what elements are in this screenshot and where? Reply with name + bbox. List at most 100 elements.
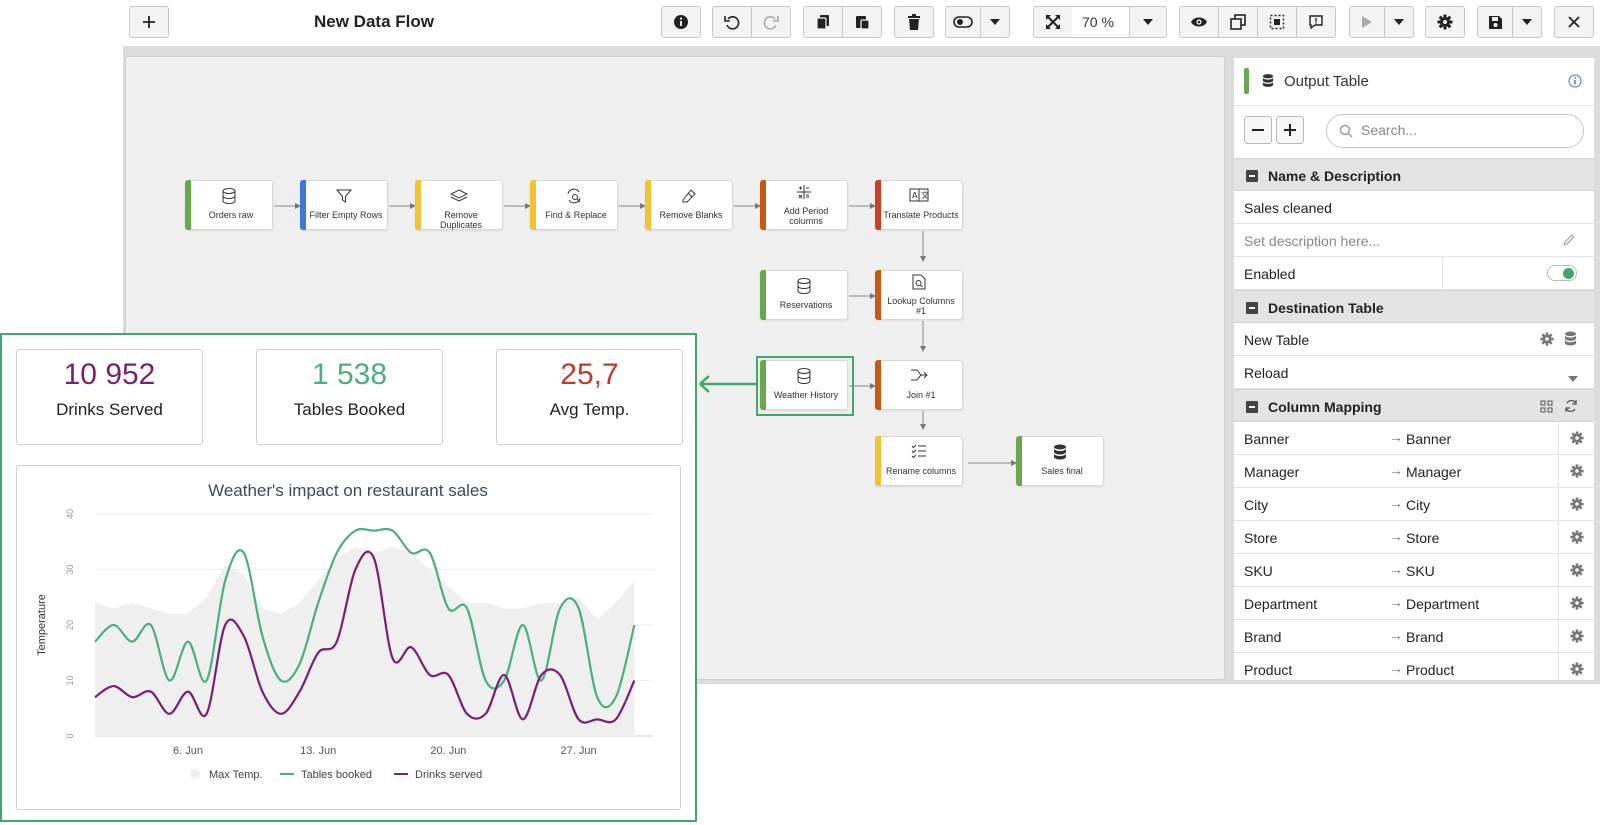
- svg-text:A: A: [912, 191, 918, 200]
- top-toolbar: New Data Flow 70 %: [123, 0, 1600, 44]
- gear-icon[interactable]: [1558, 653, 1594, 680]
- search-input[interactable]: [1361, 122, 1571, 138]
- gear-icon[interactable]: [1558, 620, 1594, 652]
- arrow-right-icon: →: [1389, 528, 1403, 544]
- eye-icon: [1191, 17, 1207, 27]
- redo-button[interactable]: [751, 6, 791, 38]
- y-tick-label: 0: [65, 733, 75, 738]
- database-filled-icon: [1262, 73, 1274, 93]
- floppy-disk-icon: [1488, 15, 1502, 29]
- trash-icon: [908, 14, 920, 30]
- flow-node-reservations[interactable]: Reservations: [760, 270, 848, 320]
- calculator-icon: [761, 184, 847, 200]
- toggle-enable-button[interactable]: [945, 6, 981, 38]
- run-dropdown-button[interactable]: [1384, 6, 1414, 38]
- select-area-button[interactable]: [1257, 6, 1297, 38]
- arrow-right-icon: →: [1389, 561, 1403, 577]
- database-filled-icon: [1017, 444, 1103, 460]
- kpi-value: 10 952: [63, 358, 156, 391]
- fit-view-button[interactable]: [1033, 6, 1073, 38]
- arrange-button[interactable]: [1218, 6, 1258, 38]
- zoom-dropdown-button[interactable]: [1129, 6, 1167, 38]
- database-icon: [761, 368, 847, 384]
- refresh-icon[interactable]: [1564, 399, 1578, 418]
- enabled-toggle[interactable]: [1547, 265, 1577, 281]
- settings-button[interactable]: [1425, 6, 1465, 38]
- undo-button[interactable]: [712, 6, 752, 38]
- caret-down-icon: [1568, 369, 1578, 385]
- gear-icon[interactable]: [1558, 488, 1594, 520]
- flow-node-translate-products[interactable]: A文 Translate Products: [875, 180, 963, 230]
- flow-node-rename-columns[interactable]: Rename columns: [875, 436, 963, 486]
- flow-node-remove-blanks[interactable]: Remove Blanks: [645, 180, 733, 230]
- copy-button[interactable]: [803, 6, 843, 38]
- run-button[interactable]: [1349, 6, 1385, 38]
- info-button[interactable]: [661, 6, 701, 38]
- zoom-level[interactable]: 70 %: [1072, 6, 1130, 38]
- enabled-row: Enabled: [1234, 257, 1594, 290]
- paste-button[interactable]: [842, 6, 882, 38]
- destination-table-field[interactable]: New Table: [1234, 323, 1594, 356]
- save-button[interactable]: [1477, 6, 1513, 38]
- close-button[interactable]: [1554, 6, 1594, 38]
- gear-icon[interactable]: [1558, 554, 1594, 586]
- gear-icon[interactable]: [1558, 455, 1594, 487]
- help-info-icon[interactable]: [1568, 74, 1582, 93]
- arrow-right-icon: →: [1389, 495, 1403, 511]
- mapping-row[interactable]: Manager → Manager: [1234, 455, 1594, 488]
- collapse-all-button[interactable]: [1244, 116, 1272, 144]
- toggle-icon: [953, 16, 973, 28]
- search-icon: [1339, 124, 1353, 143]
- flow-node-lookup-columns[interactable]: Lookup Columns #1: [875, 270, 963, 320]
- marquee-select-icon: [1269, 14, 1285, 30]
- section-name-description[interactable]: Name & Description: [1234, 158, 1594, 191]
- mapping-source: Product: [1244, 662, 1293, 678]
- auto-map-icon[interactable]: [1540, 400, 1553, 418]
- legend-label: Drinks served: [415, 769, 482, 781]
- toggle-dropdown-button[interactable]: [980, 6, 1010, 38]
- mapping-destination: SKU: [1406, 563, 1435, 579]
- filter-icon: [301, 188, 387, 204]
- legend-marker: [190, 769, 200, 779]
- save-dropdown-button[interactable]: [1512, 6, 1542, 38]
- preview-button[interactable]: [1179, 6, 1219, 38]
- flow-node-orders-raw[interactable]: Orders raw: [185, 180, 273, 230]
- flow-node-add-period-columns[interactable]: Add Period columns: [760, 180, 848, 230]
- comment-button[interactable]: [1296, 6, 1336, 38]
- find-replace-icon: [531, 188, 617, 204]
- mapping-row[interactable]: City → City: [1234, 488, 1594, 521]
- database-filled-icon[interactable]: [1564, 331, 1577, 349]
- minus-icon: [1252, 129, 1264, 131]
- flow-node-join[interactable]: Join #1: [875, 360, 963, 410]
- mapping-row[interactable]: Banner → Banner: [1234, 422, 1594, 455]
- delete-button[interactable]: [894, 6, 934, 38]
- description-field[interactable]: Set description here...: [1234, 224, 1594, 257]
- flow-node-filter-empty-rows[interactable]: Filter Empty Rows: [300, 180, 388, 230]
- name-field[interactable]: Sales cleaned: [1234, 191, 1594, 224]
- load-mode-select[interactable]: Reload: [1234, 356, 1594, 389]
- eraser-icon: [646, 188, 732, 204]
- flow-node-sales-final[interactable]: Sales final: [1016, 436, 1104, 486]
- expand-all-button[interactable]: [1276, 116, 1304, 144]
- gear-icon[interactable]: [1558, 521, 1594, 553]
- section-destination-table[interactable]: Destination Table: [1234, 290, 1594, 323]
- flow-node-weather-history[interactable]: Weather History: [760, 360, 848, 410]
- mapping-row[interactable]: Department → Department: [1234, 587, 1594, 620]
- gear-icon[interactable]: [1558, 422, 1594, 454]
- flow-node-find-replace[interactable]: Find & Replace: [530, 180, 618, 230]
- mapping-row[interactable]: Product → Product: [1234, 653, 1594, 680]
- mapping-destination: Brand: [1406, 629, 1444, 645]
- add-button[interactable]: [129, 6, 169, 38]
- gear-icon[interactable]: [1558, 587, 1594, 619]
- x-tick-label: 13. Jun: [300, 745, 336, 757]
- mapping-row[interactable]: Brand → Brand: [1234, 620, 1594, 653]
- mapping-row[interactable]: SKU → SKU: [1234, 554, 1594, 587]
- flow-node-remove-duplicates[interactable]: Remove Duplicates: [415, 180, 503, 230]
- mapping-destination: Store: [1406, 530, 1440, 546]
- mapping-source: SKU: [1244, 563, 1273, 579]
- section-column-mapping[interactable]: Column Mapping: [1234, 389, 1594, 422]
- gear-icon[interactable]: [1540, 332, 1554, 349]
- arrow-right-icon: →: [1389, 660, 1403, 676]
- mapping-row[interactable]: Store → Store: [1234, 521, 1594, 554]
- mapping-source: City: [1244, 497, 1269, 513]
